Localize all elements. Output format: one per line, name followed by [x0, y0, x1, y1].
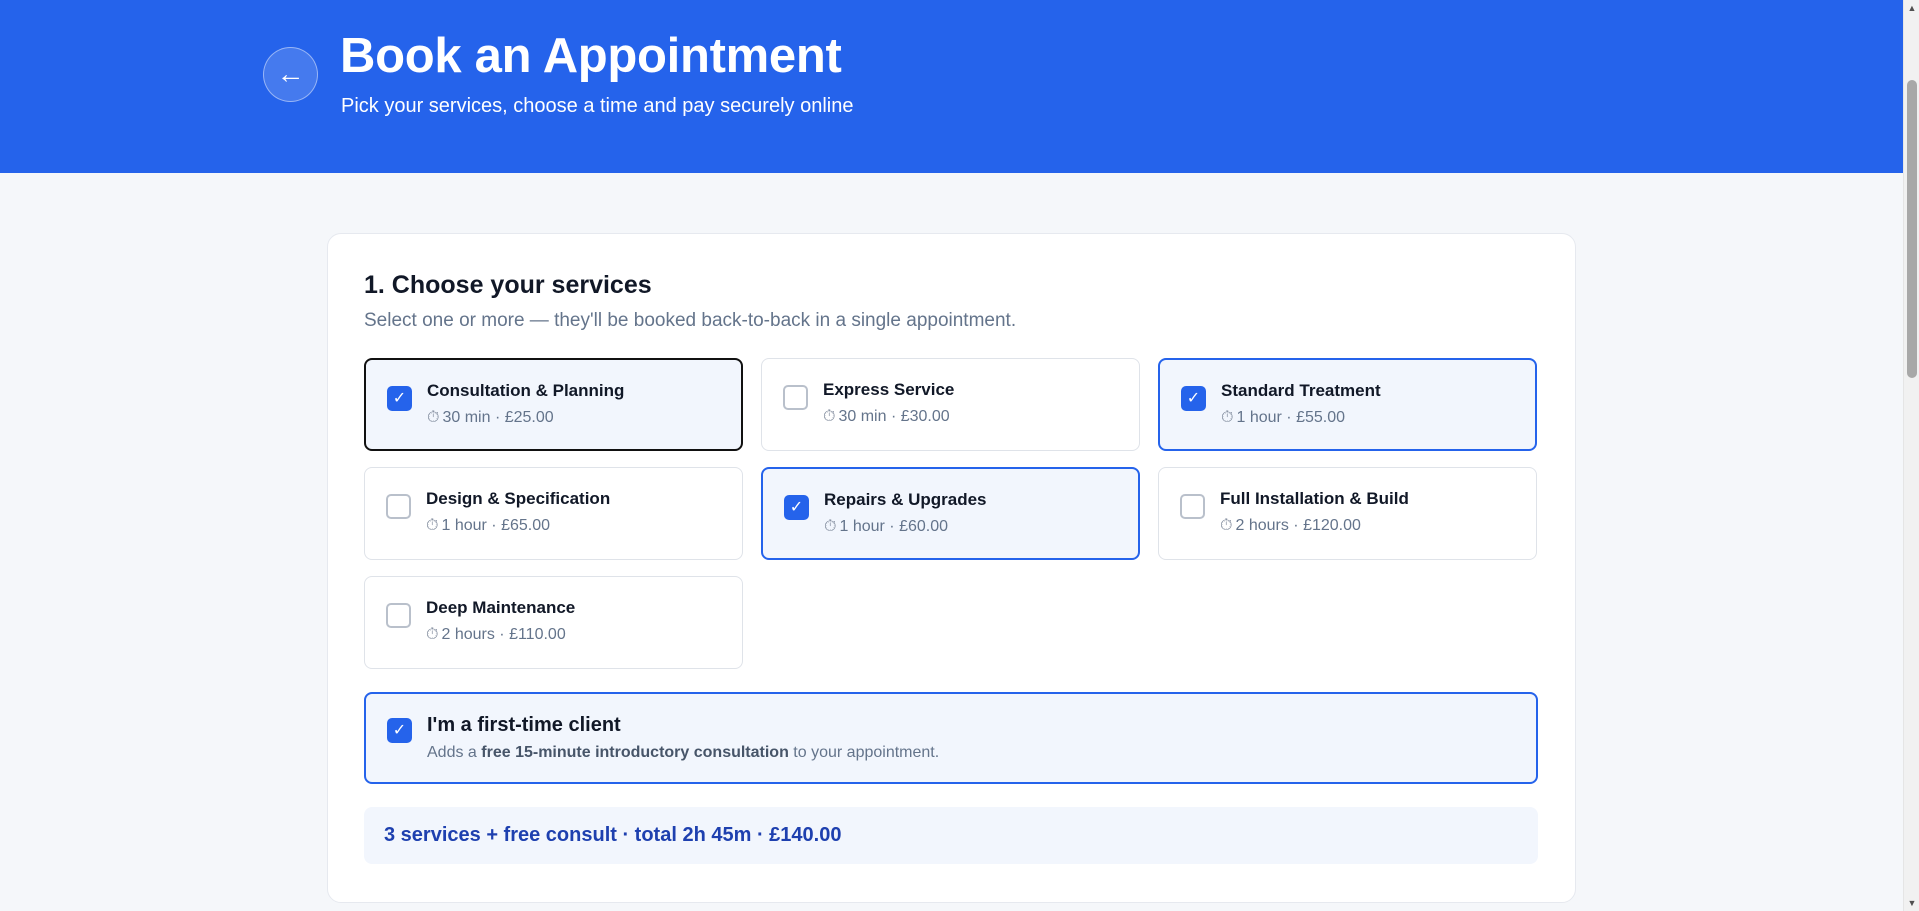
service-name: Design & Specification	[426, 489, 611, 508]
service-checkbox[interactable]: ✓	[1181, 386, 1206, 411]
service-checkbox[interactable]	[386, 494, 411, 519]
page-header: ← Book an Appointment Pick your services…	[0, 0, 1903, 173]
section-title: 1. Choose your services	[364, 271, 652, 299]
service-option-standard-treatment[interactable]: ✓ Standard Treatment ⏱ 1 hour · £55.00	[1158, 358, 1537, 451]
page-title: Book an Appointment	[340, 29, 842, 83]
back-button[interactable]: ←	[263, 47, 318, 102]
service-duration-price: 1 hour · £55.00	[1236, 409, 1346, 426]
first-time-desc-bold: free 15-minute introductory consultation	[481, 744, 789, 761]
booking-page: ← Book an Appointment Pick your services…	[0, 0, 1919, 911]
first-time-description: Adds a free 15-minute introductory consu…	[427, 744, 939, 762]
service-checkbox[interactable]	[1180, 494, 1205, 519]
first-time-client-option[interactable]: ✓ I'm a first-time client Adds a free 15…	[364, 692, 1538, 784]
service-meta: ⏱ 2 hours · £110.00	[426, 626, 566, 644]
service-duration-price: 2 hours · £120.00	[1235, 517, 1361, 534]
scroll-down-icon[interactable]: ▼	[1904, 895, 1919, 911]
clock-icon: ⏱	[1220, 517, 1233, 534]
service-meta: ⏱ 1 hour · £60.00	[824, 518, 948, 536]
service-name: Repairs & Upgrades	[824, 490, 987, 509]
service-meta: ⏱ 30 min · £25.00	[427, 409, 554, 427]
clock-icon: ⏱	[427, 409, 440, 426]
clock-icon: ⏱	[426, 517, 439, 534]
first-time-title: I'm a first-time client	[427, 714, 621, 736]
service-option-deep-maintenance[interactable]: Deep Maintenance ⏱ 2 hours · £110.00	[364, 576, 743, 669]
scroll-up-icon[interactable]: ▲	[1904, 0, 1919, 16]
service-name: Deep Maintenance	[426, 598, 576, 617]
clock-icon: ⏱	[824, 518, 837, 535]
service-option-repairs-upgrades[interactable]: ✓ Repairs & Upgrades ⏱ 1 hour · £60.00	[761, 467, 1140, 560]
section-description: Select one or more — they'll be booked b…	[364, 310, 1017, 331]
service-checkbox[interactable]	[386, 603, 411, 628]
service-meta: ⏱ 2 hours · £120.00	[1220, 517, 1361, 535]
service-name: Consultation & Planning	[427, 381, 625, 400]
scroll-thumb[interactable]	[1907, 80, 1917, 378]
service-checkbox[interactable]: ✓	[387, 386, 412, 411]
service-duration-price: 30 min · £30.00	[838, 408, 950, 425]
service-meta: ⏱ 1 hour · £55.00	[1221, 409, 1345, 427]
first-time-desc-prefix: Adds a	[427, 744, 482, 761]
summary-text: 3 services + free consult · total 2h 45m…	[384, 824, 842, 846]
service-meta: ⏱ 1 hour · £65.00	[426, 517, 550, 535]
booking-summary: 3 services + free consult · total 2h 45m…	[364, 807, 1538, 864]
arrow-left-icon: ←	[276, 58, 305, 89]
service-duration-price: 1 hour · £60.00	[839, 518, 949, 535]
page-subtitle: Pick your services, choose a time and pa…	[341, 95, 854, 117]
service-meta: ⏱ 30 min · £30.00	[823, 408, 950, 426]
first-time-checkbox[interactable]: ✓	[387, 718, 412, 743]
service-option-design-specification[interactable]: Design & Specification ⏱ 1 hour · £65.00	[364, 467, 743, 560]
services-card	[327, 233, 1576, 903]
service-name: Standard Treatment	[1221, 381, 1381, 400]
service-duration-price: 2 hours · £110.00	[441, 626, 566, 643]
clock-icon: ⏱	[1221, 409, 1234, 426]
first-time-desc-suffix: to your appointment.	[788, 744, 940, 761]
clock-icon: ⏱	[823, 408, 836, 425]
service-duration-price: 30 min · £25.00	[442, 409, 554, 426]
service-name: Full Installation & Build	[1220, 489, 1409, 508]
service-option-express-service[interactable]: Express Service ⏱ 30 min · £30.00	[761, 358, 1140, 451]
service-name: Express Service	[823, 380, 955, 399]
service-duration-price: 1 hour · £65.00	[441, 517, 551, 534]
service-option-full-installation-build[interactable]: Full Installation & Build ⏱ 2 hours · £12…	[1158, 467, 1537, 560]
clock-icon: ⏱	[426, 626, 439, 643]
page-scrollbar[interactable]: ▲ ▼	[1903, 0, 1919, 911]
service-option-consultation-planning[interactable]: ✓ Consultation & Planning ⏱ 30 min · £25.…	[364, 358, 743, 451]
service-checkbox[interactable]: ✓	[784, 495, 809, 520]
service-checkbox[interactable]	[783, 385, 808, 410]
